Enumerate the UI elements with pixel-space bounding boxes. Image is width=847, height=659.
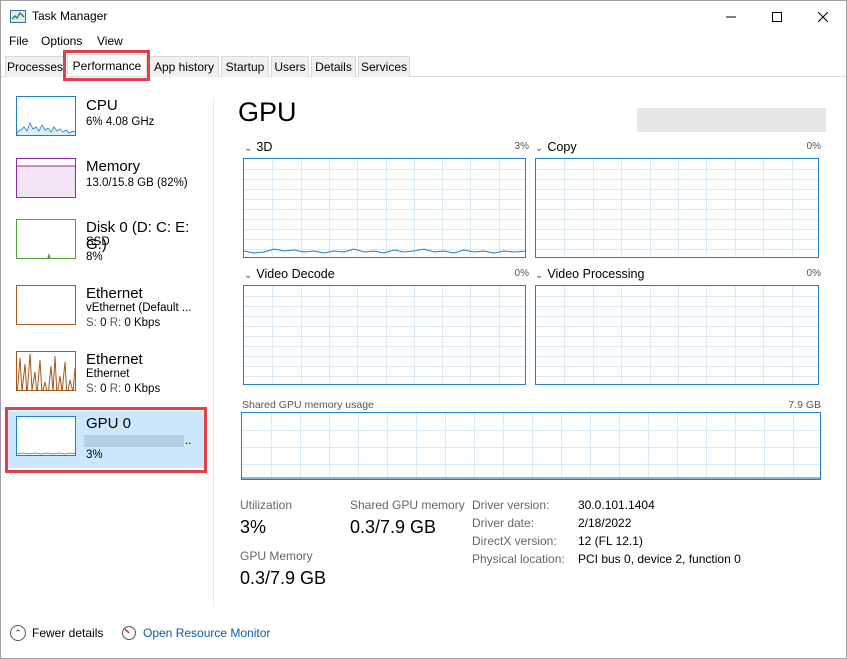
sidebar-item-title: Ethernet — [86, 285, 143, 302]
tab-startup[interactable]: Startup — [221, 56, 269, 77]
shared-memory-graph-label: Shared GPU memory usage — [242, 399, 374, 411]
memory-thumbnail-graph — [16, 158, 76, 198]
graph-video-decode — [243, 285, 526, 385]
shared-memory-value: 0.3/7.9 GB — [350, 517, 437, 537]
minimize-button[interactable] — [708, 1, 754, 32]
page-title: GPU — [238, 97, 297, 127]
gpu-thumbnail-graph — [16, 416, 76, 456]
utilization-value: 3% — [240, 517, 267, 537]
sidebar-item-title: CPU — [86, 97, 118, 114]
tab-app-history[interactable]: App history — [149, 56, 219, 77]
tab-performance[interactable]: Performance — [67, 54, 147, 76]
tab-services[interactable]: Services — [358, 56, 410, 77]
tab-processes[interactable]: Processes — [5, 56, 65, 77]
graph-gridlines — [536, 286, 818, 384]
shared-memory-label: Shared GPU memory — [350, 498, 465, 512]
chevron-down-icon: ⌄ — [535, 270, 544, 281]
sidebar-item-throughput: S: 0 R: 0 Kbps — [86, 317, 161, 329]
chevron-down-icon: ⌄ — [535, 143, 544, 154]
driver-version-value: 30.0.101.1404 — [578, 498, 655, 512]
sidebar-item-detail: 13.0/15.8 GB (82%) — [86, 177, 188, 189]
physical-location-label: Physical location: — [472, 552, 565, 566]
tab-strip: Processes Performance App history Startu… — [1, 54, 846, 77]
graph-copy — [535, 158, 819, 258]
task-manager-window: Task Manager File Options View Processes… — [0, 0, 847, 659]
minimize-icon — [726, 16, 736, 17]
shared-memory-max: 7.9 GB — [788, 399, 821, 411]
graph-label-3d[interactable]: ⌄ 3D — [244, 140, 272, 154]
fewer-details-label: Fewer details — [32, 626, 104, 640]
graph-label-copy[interactable]: ⌄ Copy — [535, 140, 577, 154]
graph-video-processing — [535, 285, 819, 385]
graph-shared-memory — [241, 412, 821, 480]
sidebar-item-ethernet-vethernet[interactable]: Ethernet vEthernet (Default ... S: 0 R: … — [8, 285, 206, 347]
directx-version-value: 12 (FL 12.1) — [578, 534, 643, 548]
chevron-down-icon: ⌄ — [244, 270, 253, 281]
menu-file[interactable]: File — [9, 34, 28, 48]
footer-bar: ⌃ Fewer details Open Resource Monitor — [1, 615, 846, 655]
close-button[interactable] — [800, 1, 846, 32]
sidebar-item-memory[interactable]: Memory 13.0/15.8 GB (82%) — [8, 158, 206, 220]
sidebar-divider — [213, 98, 214, 607]
graph-gridlines — [244, 159, 525, 257]
utilization-label: Utilization — [240, 498, 293, 512]
menu-bar: File Options View — [1, 32, 846, 51]
open-resource-monitor-label: Open Resource Monitor — [143, 626, 271, 640]
tab-users[interactable]: Users — [271, 56, 309, 77]
disk-thumbnail-graph — [16, 219, 76, 259]
title-bar: Task Manager — [1, 1, 846, 32]
open-resource-monitor-link[interactable]: Open Resource Monitor — [121, 625, 270, 641]
driver-date-value: 2/18/2022 — [578, 516, 632, 530]
graph-label-video-processing[interactable]: ⌄ Video Processing — [535, 267, 644, 281]
sidebar-item-title: Memory — [86, 158, 141, 175]
sidebar-item-ellipsis: .. — [185, 435, 192, 447]
graph-gridlines — [242, 413, 820, 479]
sidebar-item-usage: 8% — [86, 251, 103, 263]
gpu-memory-label: GPU Memory — [240, 549, 313, 563]
tab-details[interactable]: Details — [311, 56, 356, 77]
graph-label-video-decode[interactable]: ⌄ Video Decode — [244, 267, 335, 281]
sidebar-item-ethernet[interactable]: Ethernet Ethernet S: 0 R: 0 Kbps — [8, 351, 206, 413]
maximize-button[interactable] — [754, 1, 800, 32]
ethernet-thumbnail-graph — [16, 351, 76, 391]
sidebar-item-detail: vEthernet (Default ... — [86, 302, 192, 314]
sidebar-item-detail: Ethernet — [86, 368, 130, 380]
window-title: Task Manager — [32, 9, 108, 23]
graph-pct-copy: 0% — [806, 141, 821, 152]
maximize-icon — [772, 11, 782, 22]
graph-3d — [243, 158, 526, 258]
sidebar-item-throughput: S: 0 R: 0 Kbps — [86, 383, 161, 395]
redacted-gpu-model — [637, 108, 826, 132]
sidebar-item-gpu-0[interactable]: GPU 0 .. 3% — [8, 411, 206, 468]
graph-pct-3d: 3% — [514, 141, 529, 152]
graph-gridlines — [536, 159, 818, 257]
resource-monitor-icon — [122, 626, 136, 640]
sidebar-item-usage: 3% — [86, 449, 103, 461]
driver-date-label: Driver date: — [472, 516, 535, 530]
sidebar-item-title: GPU 0 — [86, 415, 132, 432]
graph-gridlines — [244, 286, 525, 384]
sidebar-item-disk[interactable]: Disk 0 (D: C: E: G:) SSD 8% — [8, 219, 206, 281]
sidebar-item-detail: 6% 4.08 GHz — [86, 116, 155, 128]
physical-location-value: PCI bus 0, device 2, function 0 — [578, 552, 741, 566]
close-icon — [818, 11, 828, 22]
task-manager-app-icon — [10, 10, 26, 23]
menu-options[interactable]: Options — [41, 34, 82, 48]
menu-view[interactable]: View — [97, 34, 123, 48]
sidebar-item-detail: SSD — [86, 236, 110, 248]
fewer-details-button[interactable]: ⌃ Fewer details — [10, 625, 103, 641]
graph-pct-video-decode: 0% — [514, 268, 529, 279]
cpu-thumbnail-graph — [16, 96, 76, 136]
chevron-up-icon: ⌃ — [10, 625, 26, 641]
redacted-gpu-name — [84, 435, 184, 447]
sidebar-item-cpu[interactable]: CPU 6% 4.08 GHz — [8, 96, 206, 158]
ethernet-thumbnail-graph — [16, 285, 76, 325]
directx-version-label: DirectX version: — [472, 534, 557, 548]
driver-version-label: Driver version: — [472, 498, 550, 512]
graph-pct-video-processing: 0% — [806, 268, 821, 279]
gpu-memory-value: 0.3/7.9 GB — [240, 568, 327, 588]
chevron-down-icon: ⌄ — [244, 143, 253, 154]
sidebar-item-title: Ethernet — [86, 351, 143, 368]
